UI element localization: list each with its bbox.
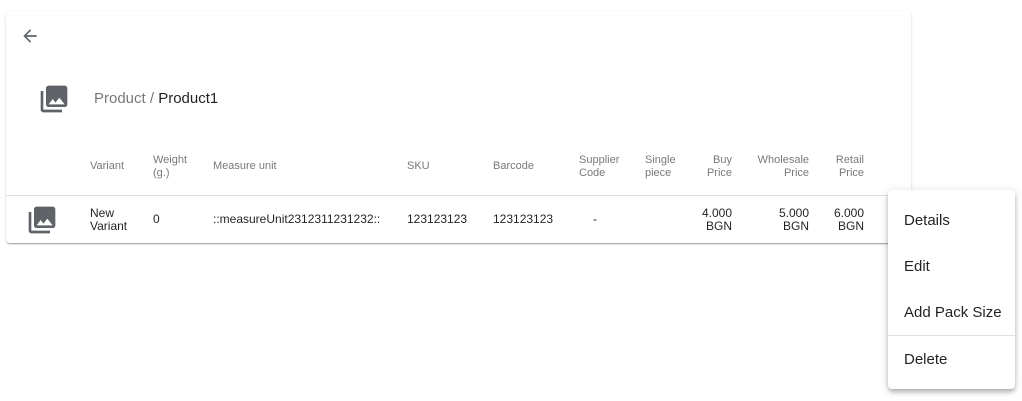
menu-item-edit[interactable]: Edit <box>888 244 1015 288</box>
menu-item-details[interactable]: Details <box>888 198 1015 242</box>
cell-supplier-code: - <box>593 212 597 226</box>
breadcrumb-parent[interactable]: Product <box>94 90 146 107</box>
breadcrumb: Product / Product1 <box>94 89 218 109</box>
cell-wholesale-price: 5.000 BGN <box>778 206 809 233</box>
cell-variant: New Variant <box>90 206 128 233</box>
cell-weight: 0 <box>153 212 160 226</box>
photo-library-icon <box>28 206 56 234</box>
breadcrumb-separator: / <box>145 90 159 107</box>
cell-measure-unit: ::measureUnit2312311231232:: <box>213 212 381 226</box>
column-header-weight[interactable]: Weight (g.) <box>153 154 187 180</box>
back-button[interactable] <box>19 25 41 47</box>
menu-divider <box>888 335 1015 336</box>
arrow-back-icon <box>23 29 37 43</box>
menu-item-delete[interactable]: Delete <box>888 337 1015 381</box>
column-header-wholesale-price[interactable]: Wholesale Price <box>751 154 809 180</box>
column-header-variant[interactable]: Variant <box>90 160 124 173</box>
cell-sku: 123123123 <box>407 212 468 226</box>
column-header-single-piece[interactable]: Single piece <box>645 154 676 180</box>
menu-item-add-pack-size[interactable]: Add Pack Size <box>888 290 1015 334</box>
product-card: Product / Product1 Variant Weight (g.) M… <box>6 11 911 243</box>
column-header-retail-price[interactable]: Retail Price <box>824 154 864 180</box>
cell-retail-price: 6.000 BGN <box>833 206 864 233</box>
header-divider <box>6 195 911 196</box>
column-header-supplier-code[interactable]: Supplier Code <box>579 154 619 180</box>
column-header-buy-price[interactable]: Buy Price <box>686 154 732 180</box>
column-header-barcode[interactable]: Barcode <box>493 160 534 173</box>
row-context-menu: Details Edit Add Pack Size Delete <box>888 190 1015 389</box>
breadcrumb-current: Product1 <box>158 90 219 107</box>
column-header-sku[interactable]: SKU <box>407 160 430 173</box>
cell-buy-price: 4.000 BGN <box>701 206 732 233</box>
column-header-measure-unit[interactable]: Measure unit <box>213 160 277 173</box>
cell-barcode: 123123123 <box>493 212 554 226</box>
photo-library-icon <box>40 85 68 113</box>
